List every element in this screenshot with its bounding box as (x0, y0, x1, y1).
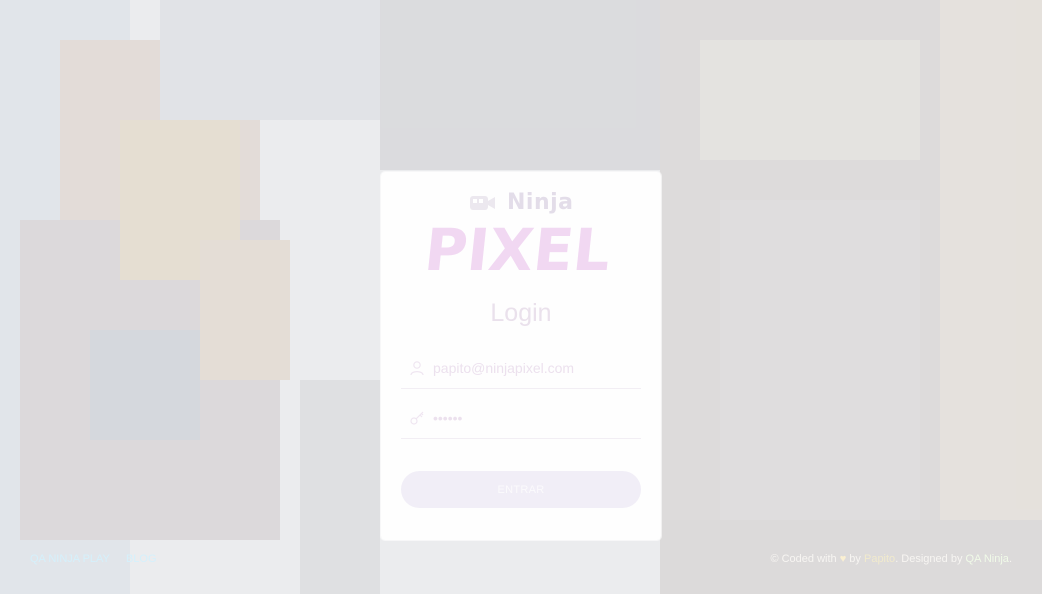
footer-author-link[interactable]: Papito (864, 553, 895, 565)
key-icon (410, 411, 424, 425)
footer-suffix-text: . (1008, 553, 1012, 565)
footer-link-qa-ninja-play[interactable]: QA NINJA PLAY (30, 553, 110, 565)
email-field (401, 348, 641, 389)
footer-credits: © Coded with ♥ by Papito. Designed by QA… (770, 553, 1012, 565)
ninja-pixel-logo: Ninja PIXEL (421, 190, 621, 282)
footer-links: QA NINJA PLAY BLOG (30, 553, 170, 565)
footer-designer-link[interactable]: QA Ninja (966, 553, 1009, 565)
password-field (401, 398, 641, 439)
footer-by-text: by (849, 553, 861, 565)
email-input[interactable] (433, 352, 633, 384)
logo-pixel-wordmark: PIXEL (421, 218, 613, 282)
page-title: Login (490, 299, 552, 327)
password-input[interactable] (433, 402, 633, 434)
user-icon (410, 361, 424, 376)
login-card: Ninja PIXEL Login ENTRAR (381, 172, 661, 540)
logo-ninja-text: Ninja (507, 190, 574, 215)
footer-designed-by-text: . Designed by (895, 553, 963, 565)
login-submit-button[interactable]: ENTRAR (401, 471, 641, 508)
logo-pixel-text: PIXEL (421, 218, 613, 282)
footer-copyright-text: © Coded with (770, 553, 837, 565)
footer-link-blog[interactable]: BLOG (126, 553, 157, 565)
heart-icon: ♥ (839, 553, 847, 565)
camera-icon (470, 196, 495, 210)
